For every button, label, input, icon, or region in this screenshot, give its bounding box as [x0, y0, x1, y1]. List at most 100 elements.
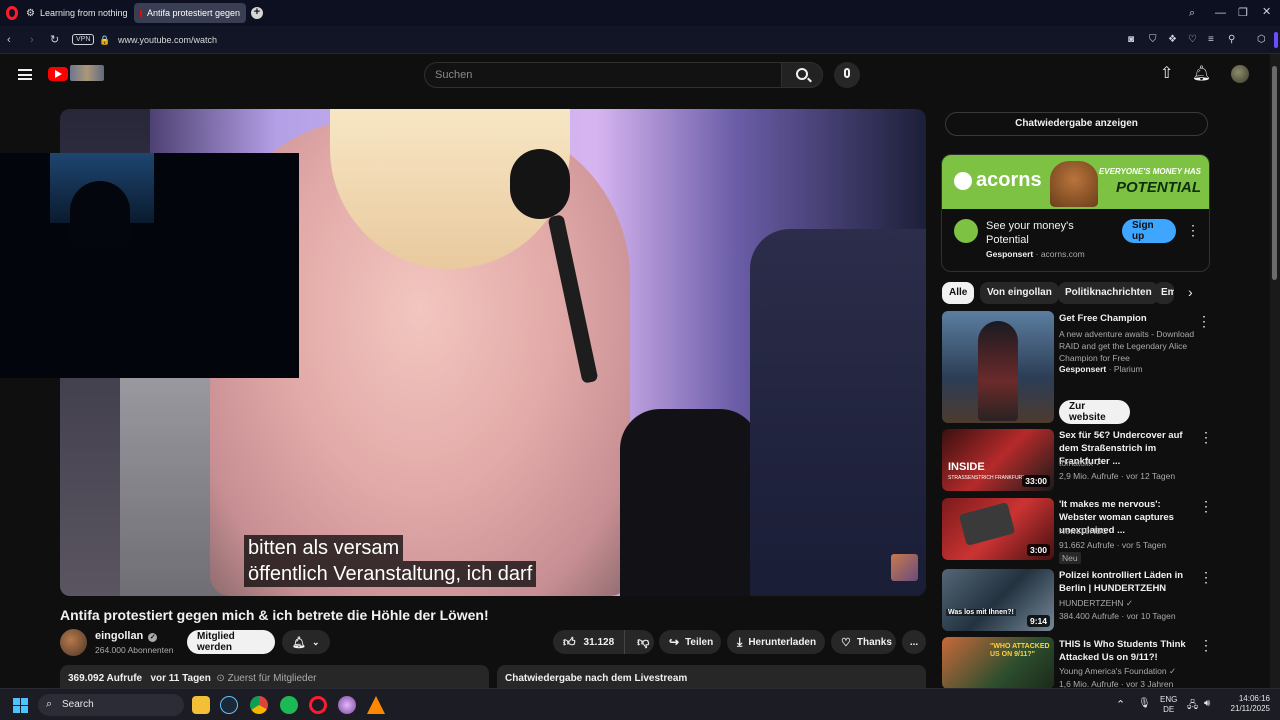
rec-more-icon[interactable]: ⋮: [1199, 638, 1213, 652]
clock[interactable]: 14:06:16 21/11/2025: [1226, 694, 1270, 714]
rec-more-icon[interactable]: ⋮: [1199, 499, 1213, 513]
notifications-bell-icon[interactable]: 🔔︎: [1192, 66, 1211, 82]
rec-thumbnail[interactable]: "WHO ATTACKED US ON 9/11?": [942, 637, 1054, 688]
rec-thumbnail[interactable]: INSIDE STRASSENSTRICH FRANKFURT 33:00: [942, 429, 1054, 491]
rec-channel[interactable]: Young America's Foundation ✓: [1059, 666, 1176, 677]
rec-channel[interactable]: HUNDERTZEHN ✓: [1059, 598, 1133, 609]
search-icon[interactable]: ⌕: [1189, 7, 1195, 19]
rec-meta: 1,6 Mio. Aufrufe · vor 3 Jahren: [1059, 679, 1174, 688]
vpn-badge[interactable]: VPN: [72, 34, 95, 45]
chip-politics-news[interactable]: Politiknachrichten: [1058, 282, 1159, 304]
ad-brand: acorns: [976, 169, 1042, 191]
more-actions-button[interactable]: ...: [902, 630, 926, 654]
minimize-icon[interactable]: —: [1215, 7, 1226, 19]
tab-antifa-video[interactable]: Antifa protestiert gegen: [134, 3, 246, 23]
tray-chevron-up-icon[interactable]: ⌃: [1116, 698, 1125, 711]
dislike-button[interactable]: 👎︎: [631, 635, 655, 650]
show-chat-replay-button[interactable]: Chatwiedergabe anzeigen: [945, 112, 1208, 136]
taskbar-search[interactable]: ⌕ Search: [38, 694, 184, 716]
rec-thumbnail[interactable]: 3:00: [942, 498, 1054, 560]
rec-more-icon[interactable]: ⋮: [1197, 314, 1211, 328]
sponsored-ad-card[interactable]: acorns EVERYONE'S MONEY HAS POTENTIAL Se…: [941, 154, 1210, 272]
ad-banner[interactable]: acorns EVERYONE'S MONEY HAS POTENTIAL: [942, 155, 1209, 209]
video-scene-dark-figure: [620, 409, 760, 596]
rec-more-icon[interactable]: ⋮: [1199, 430, 1213, 444]
page-scrollbar[interactable]: [1270, 54, 1280, 688]
scrollbar-thumb[interactable]: [1272, 66, 1277, 280]
sidebar-icon[interactable]: ⬡: [1257, 34, 1266, 46]
windows-logo-pane: [21, 706, 28, 713]
menu-icon[interactable]: ≡: [1208, 34, 1214, 46]
search-button[interactable]: [781, 62, 823, 88]
voice-search-button[interactable]: [834, 62, 860, 88]
shield-icon[interactable]: ⛉: [1149, 34, 1157, 46]
maximize-icon[interactable]: ❐: [1238, 7, 1248, 19]
vlc-icon[interactable]: [367, 696, 385, 714]
thumbs-down-icon: 👎︎: [637, 634, 650, 649]
channel-avatar[interactable]: [60, 629, 87, 656]
channel-watermark-icon[interactable]: [891, 554, 918, 581]
steam-icon[interactable]: [220, 696, 238, 714]
camera-icon[interactable]: ◙: [1128, 34, 1134, 46]
spotify-icon[interactable]: [280, 696, 298, 714]
rec-channel[interactable]: News10NBC: [1059, 526, 1108, 536]
opera-icon[interactable]: [309, 696, 327, 714]
youtube-logo[interactable]: [48, 67, 68, 81]
like-button[interactable]: 👍︎ 31.128: [553, 630, 626, 654]
thanks-button[interactable]: ♡ Thanks: [831, 630, 896, 654]
doodle-logo[interactable]: [70, 65, 104, 81]
file-explorer-icon[interactable]: [192, 696, 210, 714]
subscribe-notifications-button[interactable]: 🔔︎ ⌄: [282, 630, 330, 654]
rec-title[interactable]: Get Free Champion: [1059, 312, 1199, 325]
join-member-button[interactable]: Mitglied werden: [187, 630, 275, 654]
rec-more-icon[interactable]: ⋮: [1199, 570, 1213, 584]
ad-signup-button[interactable]: Sign up: [1122, 219, 1176, 243]
download-button[interactable]: ⤓ Herunterladen: [727, 630, 825, 654]
rec-thumbnail[interactable]: Was los mit Ihnen?! 9:14: [942, 569, 1054, 631]
share-button[interactable]: ↪ Teilen: [659, 630, 721, 654]
rec-title[interactable]: THIS Is Who Students Think Attacked Us o…: [1059, 638, 1199, 664]
rec-title[interactable]: Polizei kontrolliert Läden in Berlin | H…: [1059, 569, 1199, 595]
chevron-right-icon[interactable]: ›: [1188, 284, 1193, 300]
account-icon[interactable]: ⚲: [1228, 34, 1235, 46]
lock-icon[interactable]: 🔒: [99, 34, 110, 46]
reload-icon[interactable]: ↻: [50, 34, 59, 46]
chrome-icon[interactable]: [250, 696, 268, 714]
opera-logo-icon[interactable]: [6, 6, 18, 20]
url-field[interactable]: www.youtube.com/watch: [118, 35, 217, 45]
volume-icon[interactable]: 🔊︎: [1204, 698, 1210, 709]
forward-icon[interactable]: ›: [30, 34, 34, 46]
chip-all[interactable]: Alle: [942, 282, 975, 304]
ad-mascot: [1050, 161, 1098, 207]
network-icon[interactable]: 🖧: [1187, 698, 1198, 715]
hamburger-menu-icon[interactable]: [18, 69, 32, 80]
back-icon[interactable]: ‹: [7, 34, 11, 46]
rec-thumbnail[interactable]: [942, 311, 1054, 423]
new-tab-button[interactable]: +: [251, 7, 263, 19]
chat-replay-card[interactable]: Chatwiedergabe nach dem Livestream: [497, 665, 926, 688]
chip-more[interactable]: Em: [1154, 282, 1174, 304]
subscriber-count: 264.000 Abonnenten: [95, 645, 174, 655]
windows-start-icon[interactable]: [13, 698, 28, 713]
language-indicator[interactable]: ENG DE: [1160, 695, 1177, 715]
tor-browser-icon[interactable]: [338, 696, 356, 714]
heart-icon[interactable]: ♡: [1188, 34, 1197, 46]
description-card[interactable]: 369.092 Aufrufe vor 11 Tagen ⊙ Zuerst fü…: [60, 665, 489, 688]
thanks-heart-icon: ♡: [841, 636, 851, 649]
upload-icon[interactable]: ⇧: [1160, 66, 1173, 82]
chip-from-channel[interactable]: Von eingollan: [980, 282, 1059, 304]
overlay-window[interactable]: [0, 153, 299, 378]
search-input[interactable]: Suchen: [424, 62, 782, 88]
visit-website-button[interactable]: Zur website: [1059, 400, 1130, 424]
clock-time: 14:06:16: [1238, 694, 1270, 703]
video-duration: 9:14: [1026, 615, 1050, 627]
channel-name[interactable]: eingollan ✓: [95, 630, 158, 642]
ad-more-icon[interactable]: ⋮: [1186, 223, 1200, 237]
user-avatar[interactable]: [1231, 65, 1249, 83]
verified-check-icon: ✓: [148, 633, 158, 642]
tab-learning-from-nothing[interactable]: ⚙ Learning from nothing: [20, 3, 130, 23]
close-icon[interactable]: ✕: [1262, 6, 1271, 18]
rec-channel[interactable]: tomatolix ✓: [1059, 458, 1103, 469]
microphone-icon[interactable]: 🎙︎: [1138, 698, 1151, 709]
extensions-icon[interactable]: ❖: [1168, 34, 1177, 46]
